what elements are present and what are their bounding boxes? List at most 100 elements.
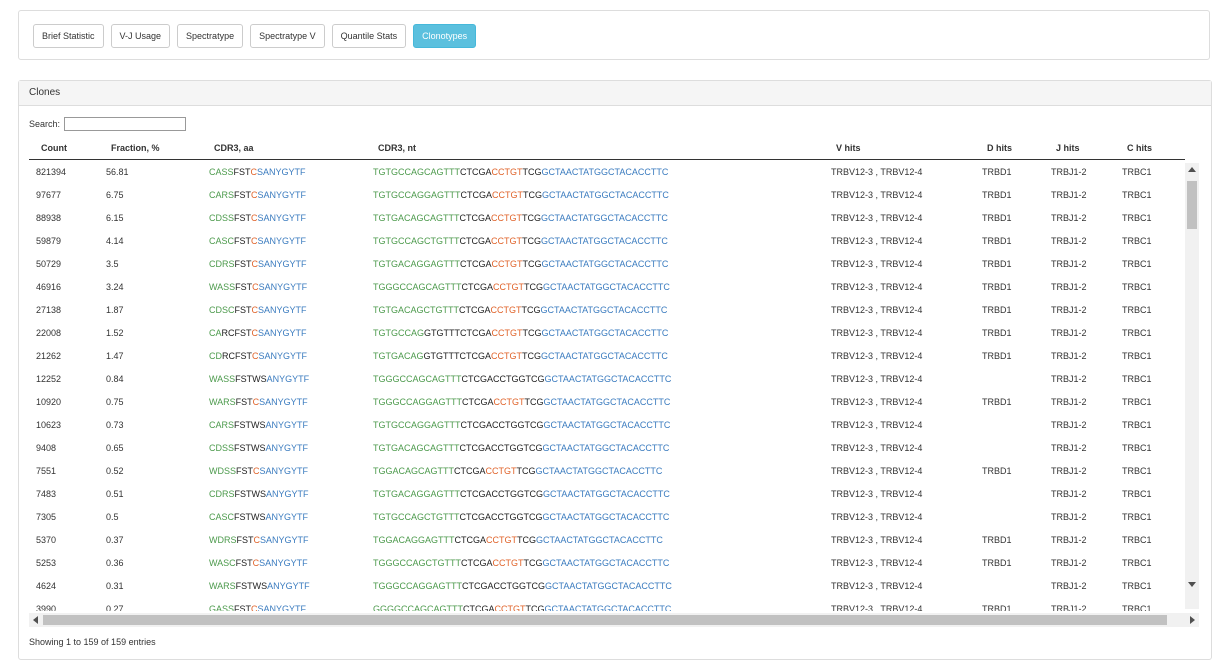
count-cell: 821394 (36, 167, 67, 177)
cdr3-aa-segment: WASS (209, 282, 236, 292)
c-hits-cell: TRBC1 (1122, 236, 1152, 246)
column-header-v-hits[interactable]: V hits (836, 143, 861, 153)
cdr3-aa-segment: FST (234, 604, 252, 611)
table-row: 22008 1.52 CARCFSTCSANYGYTF TGTGCCAGGTGTTTC… (29, 322, 1185, 345)
c-hits-cell: TRBC1 (1122, 190, 1152, 200)
tab-clonotypes[interactable]: Clonotypes (413, 24, 477, 48)
fraction-cell: 3.5 (106, 259, 119, 269)
column-header-count[interactable]: Count (41, 143, 67, 153)
cdr3-nt-segment: CTCGACCTGGTCG (461, 374, 545, 384)
fraction-cell: 56.81 (106, 167, 129, 177)
cdr3-nt-segment: CTCGA (463, 604, 495, 611)
c-hits-cell: TRBC1 (1122, 282, 1152, 292)
horizontal-scrollbar[interactable] (29, 613, 1199, 627)
table-row: 7551 0.52 WDSSFSTCSANYGYTF TGGACAGCAGTTTCTC… (29, 460, 1185, 483)
cdr3-nt-segment: TGTGACAGCAGTTT (373, 213, 460, 223)
table-body: 821394 56.81 CASSFSTCSANYGYTF TGTGCCAGCAGTT… (29, 161, 1185, 611)
j-hits-cell: TRBJ1-2 (1051, 374, 1087, 384)
tab-spectratype[interactable]: Spectratype (177, 24, 244, 48)
cdr3-nt-cell: TGTGCCAGCTGTTTCTCGACCTGGTCGGCTAACTATGGCT… (373, 512, 669, 522)
table-row: 10920 0.75 WARSFSTCSANYGYTF TGGGCCAGGAGTTTC… (29, 391, 1185, 414)
cdr3-aa-cell: WASSFSTWSANYGYTF (209, 374, 309, 384)
count-cell: 21262 (36, 351, 62, 361)
table-row: 27138 1.87 CDSCFSTCSANYGYTF TGTGACAGCTGTTTC… (29, 299, 1185, 322)
cdr3-nt-segment: TCG (517, 535, 537, 545)
cdr3-nt-cell: TGTGCCAGCTGTTTCTCGACCTGTTCGGCTAACTATGGCT… (373, 236, 668, 246)
cdr3-aa-cell: CDSSFSTCSANYGYTF (209, 213, 306, 223)
column-header-c-hits[interactable]: C hits (1127, 143, 1152, 153)
cdr3-nt-cell: TGTGACAGCTGTTTCTCGACCTGTTCGGCTAACTATGGCT… (373, 305, 667, 315)
cdr3-aa-segment: FSTWS (235, 374, 267, 384)
panel-title: Clones (19, 81, 1211, 106)
v-hits-cell: TRBV12-3 , TRBV12-4 (831, 167, 923, 177)
cdr3-aa-segment: CASS (209, 167, 234, 177)
fraction-cell: 3.24 (106, 282, 124, 292)
column-header-cdr3-nt[interactable]: CDR3, nt (378, 143, 416, 153)
cdr3-aa-segment: CASC (209, 236, 235, 246)
cdr3-nt-cell: TGGGCCAGCAGTTTCTCGACCTGGTCGGCTAACTATGGCT… (373, 374, 671, 384)
cdr3-nt-segment: TGTGCCAGCTGTTT (373, 236, 460, 246)
count-cell: 3990 (36, 604, 57, 611)
scroll-up-icon[interactable] (1188, 167, 1196, 172)
table-row: 5370 0.37 WDRSFSTCSANYGYTF TGGACAGGAGTTTCTC… (29, 529, 1185, 552)
c-hits-cell: TRBC1 (1122, 558, 1152, 568)
table-row: 7483 0.51 CDRSFSTWSANYGYTF TGTGACAGGAGTTTCT… (29, 483, 1185, 506)
cdr3-nt-segment: TCG (522, 351, 542, 361)
search-input[interactable] (64, 117, 187, 131)
column-header-cdr3-aa[interactable]: CDR3, aa (214, 143, 254, 153)
tab-v-j-usage[interactable]: V-J Usage (110, 24, 171, 48)
d-hits-cell: TRBD1 (982, 558, 1012, 568)
cdr3-aa-segment: FST (234, 259, 252, 269)
cdr3-nt-segment: GCTAACTATGGCTACACCTTC (543, 282, 670, 292)
j-hits-cell: TRBJ1-2 (1051, 213, 1087, 223)
j-hits-cell: TRBJ1-2 (1051, 167, 1087, 177)
cdr3-nt-segment: CCTGT (491, 328, 523, 338)
cdr3-nt-segment: GCTAACTATGGCTACACCTTC (536, 535, 663, 545)
cdr3-nt-segment: GCTAACTATGGCTACACCTTC (541, 351, 668, 361)
fraction-cell: 0.75 (106, 397, 124, 407)
table-row: 21262 1.47 CDRCFSTCSANYGYTF TGTGACAGGTGTTTC… (29, 345, 1185, 368)
cdr3-aa-cell: CASSFSTCSANYGYTF (209, 167, 306, 177)
scroll-left-icon[interactable] (33, 616, 38, 624)
c-hits-cell: TRBC1 (1122, 259, 1152, 269)
vertical-scrollbar[interactable] (1185, 163, 1199, 609)
tabs-panel: Brief Statistic V-J Usage Spectratype Spect… (18, 10, 1210, 60)
cdr3-nt-cell: GGGGCCAGCAGTTTCTCGACCTGTTCGGCTAACTATGGCT… (373, 604, 671, 611)
fraction-cell: 6.75 (106, 190, 124, 200)
cdr3-nt-segment: CCTGT (491, 259, 523, 269)
cdr3-aa-segment: SANYGYTF (259, 397, 308, 407)
column-header-j-hits[interactable]: J hits (1056, 143, 1080, 153)
vertical-scroll-thumb[interactable] (1187, 181, 1197, 229)
table-row: 3990 0.27 GASSFSTCSANYGYTF GGGGCCAGCAGTTTCT… (29, 598, 1185, 611)
tab-spectratype-v[interactable]: Spectratype V (250, 24, 325, 48)
cdr3-nt-segment: CTCGACCTGGTCG (460, 489, 543, 499)
horizontal-scroll-thumb[interactable] (43, 615, 1167, 625)
cdr3-nt-segment: CTCGA (462, 397, 494, 407)
cdr3-nt-segment: CTCGACCTGGTCG (462, 581, 545, 591)
scroll-right-icon[interactable] (1190, 616, 1195, 624)
c-hits-cell: TRBC1 (1122, 581, 1152, 591)
cdr3-nt-segment: TCG (523, 190, 542, 200)
table-row: 12252 0.84 WASSFSTWSANYGYTF TGGGCCAGCAGTTTC… (29, 368, 1185, 391)
cdr3-aa-cell: GASSFSTCSANYGYTF (209, 604, 306, 611)
d-hits-cell: TRBD1 (982, 282, 1012, 292)
column-header-fraction[interactable]: Fraction, % (111, 143, 160, 153)
tab-quantile-stats[interactable]: Quantile Stats (331, 24, 407, 48)
tab-brief-statistic[interactable]: Brief Statistic (33, 24, 104, 48)
cdr3-nt-cell: TGTGACAGGAGTTTCTCGACCTGTTCGGCTAACTATGGCT… (373, 259, 668, 269)
v-hits-cell: TRBV12-3 , TRBV12-4 (831, 420, 923, 430)
cdr3-aa-segment: FST (235, 558, 253, 568)
count-cell: 5370 (36, 535, 57, 545)
cdr3-nt-segment: CTCGA (461, 282, 494, 292)
scroll-down-icon[interactable] (1188, 582, 1196, 587)
cdr3-nt-cell: TGGGCCAGCAGTTTCTCGACCTGTTCGGCTAACTATGGCT… (373, 282, 670, 292)
cdr3-nt-segment: GCTAACTATGGCTACACCTTC (545, 581, 672, 591)
column-header-d-hits[interactable]: D hits (987, 143, 1012, 153)
count-cell: 10623 (36, 420, 62, 430)
v-hits-cell: TRBV12-3 , TRBV12-4 (831, 213, 923, 223)
cdr3-aa-segment: SANYGYTF (257, 167, 306, 177)
clones-panel: Clones Search: Count Fraction, % CDR3, a… (18, 80, 1212, 660)
cdr3-nt-segment: CCTGT (490, 305, 522, 315)
search-box: Search: (29, 117, 187, 131)
cdr3-aa-segment: SANYGYTF (257, 190, 307, 200)
